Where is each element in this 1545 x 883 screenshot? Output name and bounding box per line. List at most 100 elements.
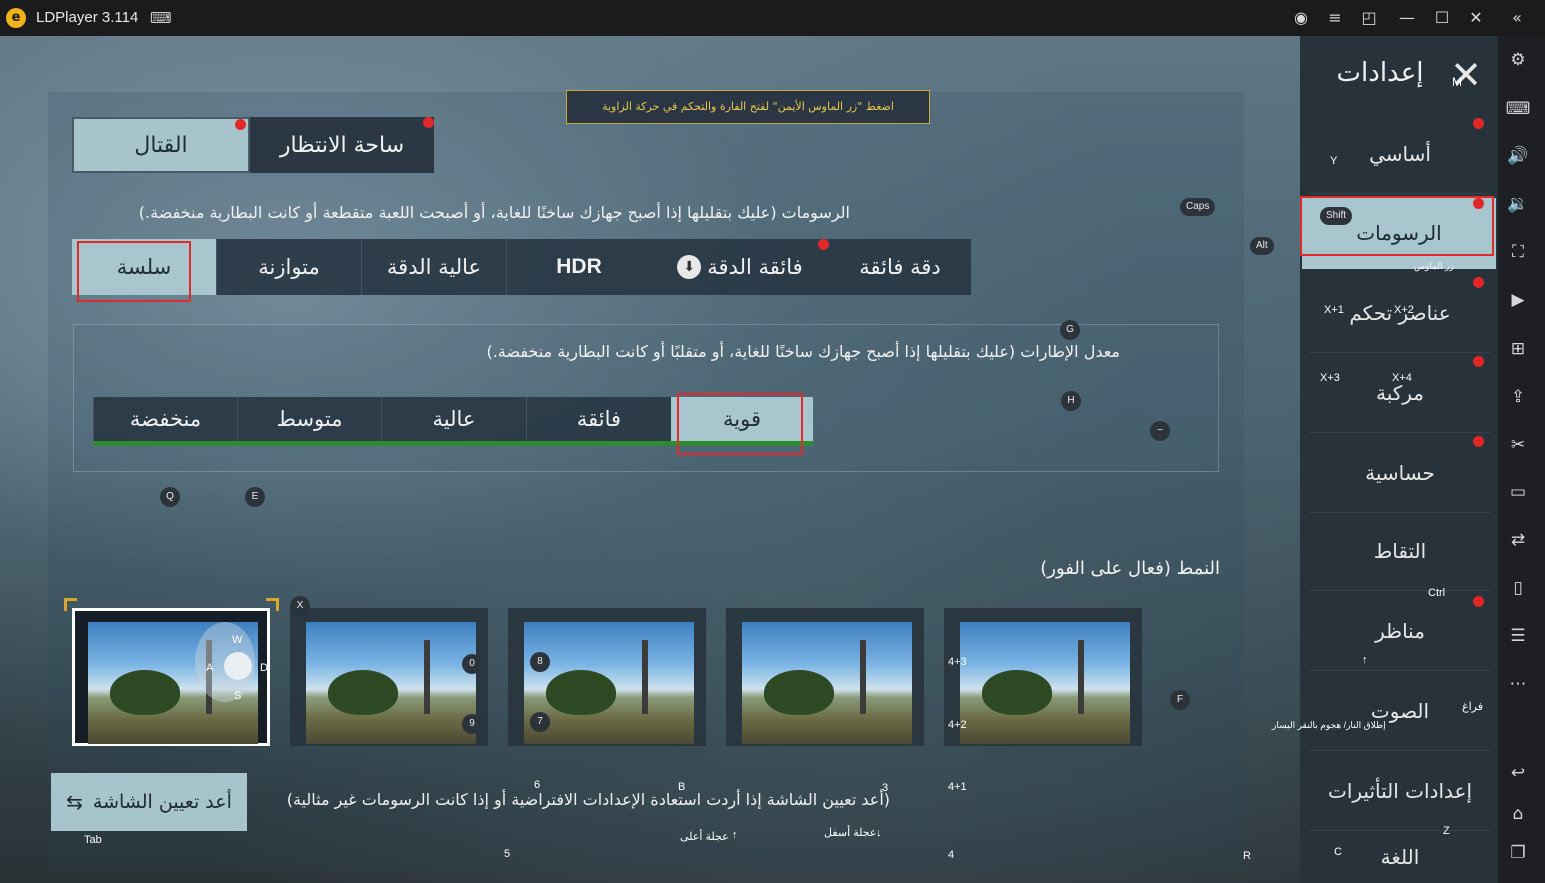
key-6: 6 bbox=[534, 779, 541, 791]
framerate-option-medium[interactable]: متوسط bbox=[237, 397, 381, 441]
graphics-options: دقة فائقة فائقة الدقة ⬇ HDR عالية الدقة … bbox=[72, 239, 971, 295]
key-4-1: 4+1 bbox=[948, 781, 967, 793]
apk-install-icon[interactable]: ⇪ bbox=[1505, 384, 1531, 410]
key-4-3: 4+3 bbox=[948, 656, 967, 668]
tower-shape bbox=[1078, 640, 1084, 714]
tab-combat[interactable]: القتال bbox=[72, 117, 250, 173]
notification-dot bbox=[423, 117, 434, 128]
graphics-option-hd[interactable]: عالية الدقة bbox=[361, 239, 506, 295]
title-bar: e LDPlayer 3.114 ⌨ ◉ ≡ ◰ — ☐ ✕ « bbox=[0, 0, 1545, 36]
style-preview-image bbox=[524, 622, 694, 744]
notification-dot bbox=[818, 239, 829, 250]
menu-icon[interactable]: ≡ bbox=[1323, 6, 1347, 30]
sidebar-item-label: اللغة bbox=[1380, 844, 1420, 869]
framerate-option-ultra[interactable]: فائقة bbox=[526, 397, 671, 441]
reset-screen-button[interactable]: أعد تعيين الشاشة ⇆ bbox=[51, 773, 247, 831]
key-4-2: 4+2 bbox=[948, 719, 967, 731]
maximize-icon[interactable]: ☐ bbox=[1430, 6, 1454, 30]
key-r: R bbox=[1243, 850, 1251, 862]
recent-apps-icon[interactable]: ❐ bbox=[1505, 840, 1531, 866]
style-option-2[interactable]: 0 9 bbox=[290, 608, 488, 746]
sidebar-item-label: حساسية bbox=[1365, 461, 1435, 485]
sidebar-item-sensitivity[interactable]: حساسية bbox=[1310, 434, 1490, 513]
tower-shape bbox=[424, 640, 430, 714]
graphics-option-hdr[interactable]: HDR bbox=[506, 239, 651, 295]
tree-shape bbox=[982, 670, 1052, 715]
sidebar-item-label: مركبة bbox=[1375, 381, 1425, 405]
account-icon[interactable]: ◉ bbox=[1289, 6, 1313, 30]
style-option-5[interactable]: 4+3 4+2 bbox=[944, 608, 1142, 746]
option-label: متوسط bbox=[276, 407, 343, 431]
more-icon[interactable]: ⋯ bbox=[1505, 671, 1531, 697]
framerate-option-high[interactable]: عالية bbox=[381, 397, 526, 441]
wheel-up-mark: ↑ bbox=[732, 829, 738, 841]
settings-icon[interactable]: ⚙ bbox=[1505, 47, 1531, 73]
ldplayer-logo-icon: e bbox=[6, 8, 26, 28]
framerate-option-low[interactable]: منخفضة bbox=[93, 397, 237, 441]
graphics-option-uhd[interactable]: فائقة الدقة ⬇ bbox=[651, 239, 829, 295]
graphics-option-ultra[interactable]: دقة فائقة bbox=[829, 239, 971, 295]
tab-label: ساحة الانتظار bbox=[279, 132, 405, 158]
play-record-icon[interactable]: ▶ bbox=[1505, 287, 1531, 313]
reset-description: (أعد تعيين الشاشة إذا أردت استعادة الإعد… bbox=[286, 790, 890, 809]
home-icon[interactable]: ⌂ bbox=[1505, 801, 1531, 827]
scissors-icon[interactable]: ✂ bbox=[1505, 432, 1531, 458]
screenshot-icon[interactable]: ⛶ bbox=[1505, 239, 1531, 265]
tower-shape bbox=[642, 640, 648, 714]
close-icon[interactable]: ✕ bbox=[1464, 6, 1488, 30]
key-tilde: ~ bbox=[1150, 421, 1170, 441]
collapse-sidebar-icon[interactable]: « bbox=[1505, 6, 1529, 30]
sidebar-item-scenes[interactable]: مناظر bbox=[1310, 592, 1490, 671]
volume-up-icon[interactable]: 🔊 bbox=[1505, 143, 1531, 169]
key-5: 5 bbox=[504, 848, 511, 860]
option-label: دقة فائقة bbox=[859, 255, 941, 279]
style-option-1[interactable]: W A S D bbox=[72, 608, 270, 746]
mode-tabs: القتال ساحة الانتظار bbox=[72, 117, 434, 173]
fire-key-label: إطلاق النار/ هجوم بالنقر اليسار bbox=[1272, 720, 1386, 730]
highlight-box bbox=[1300, 196, 1494, 256]
key-h: H bbox=[1061, 391, 1081, 411]
sidebar-item-effects[interactable]: إعدادات التأثيرات bbox=[1310, 752, 1490, 831]
option-label: متوازنة bbox=[258, 255, 320, 279]
key-f: F bbox=[1170, 690, 1190, 710]
notification-dot bbox=[1473, 596, 1484, 607]
share-icon[interactable]: ☰ bbox=[1505, 623, 1531, 649]
reset-button-label: أعد تعيين الشاشة bbox=[92, 791, 232, 813]
notification-dot bbox=[1473, 436, 1484, 447]
back-icon[interactable]: ↩ bbox=[1505, 760, 1531, 786]
style-option-3[interactable]: 8 7 bbox=[508, 608, 706, 746]
key-3: 3 bbox=[882, 782, 889, 794]
graphics-option-balanced[interactable]: متوازنة bbox=[216, 239, 361, 295]
tree-shape bbox=[328, 670, 398, 715]
joystick-knob bbox=[224, 652, 252, 680]
notification-dot bbox=[235, 119, 246, 130]
key-s: S bbox=[234, 690, 242, 702]
video-record-icon[interactable]: ▭ bbox=[1505, 479, 1531, 505]
tab-lobby[interactable]: ساحة الانتظار bbox=[250, 117, 434, 173]
key-x4: X+4 bbox=[1392, 372, 1412, 384]
wheel-up-label: عجلة أعلى bbox=[680, 831, 729, 843]
key-d: D bbox=[260, 662, 268, 674]
style-option-4[interactable] bbox=[726, 608, 924, 746]
gamepad-icon[interactable]: ⌨ bbox=[150, 9, 172, 27]
highlight-box bbox=[677, 393, 803, 455]
add-window-icon[interactable]: ⊞ bbox=[1505, 336, 1531, 362]
shake-icon[interactable]: ▯ bbox=[1505, 575, 1531, 601]
minimize-icon[interactable]: — bbox=[1395, 6, 1419, 30]
sidebar-item-vehicle[interactable]: مركبة bbox=[1310, 354, 1490, 433]
sidebar-item-language[interactable]: اللغة bbox=[1310, 830, 1490, 883]
tower-shape bbox=[860, 640, 866, 714]
tree-shape bbox=[546, 670, 616, 715]
sync-icon[interactable]: ⇄ bbox=[1505, 527, 1531, 553]
sidebar-item-pickup[interactable]: التقاط bbox=[1310, 512, 1490, 591]
sidebar-item-label: إعدادات التأثيرات bbox=[1328, 779, 1472, 803]
tree-shape bbox=[764, 670, 834, 715]
key-x1: X+1 bbox=[1324, 304, 1344, 316]
volume-down-icon[interactable]: 🔉 bbox=[1505, 191, 1531, 217]
key-m: M bbox=[1452, 75, 1462, 89]
key-a: A bbox=[206, 662, 214, 674]
download-icon: ⬇ bbox=[677, 255, 702, 279]
keyboard-icon[interactable]: ⌨ bbox=[1505, 96, 1531, 122]
reset-screen-icon: ⇆ bbox=[66, 790, 83, 814]
restore-window-icon[interactable]: ◰ bbox=[1357, 6, 1381, 30]
